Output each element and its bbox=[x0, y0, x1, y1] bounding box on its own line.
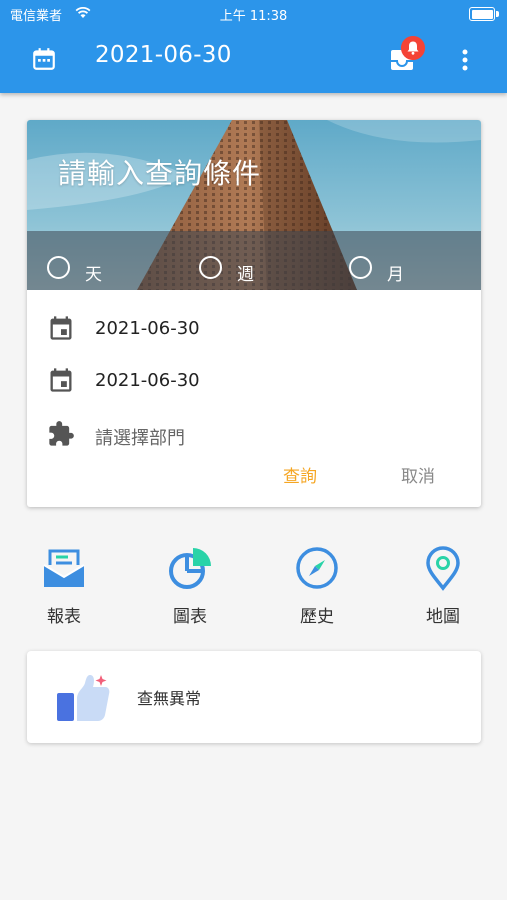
event-calendar-icon bbox=[50, 316, 72, 340]
battery-icon bbox=[469, 7, 499, 21]
status-bar: 電信業者 上午 11:38 bbox=[0, 0, 507, 28]
feature-menu: 報表 圖表 歷史 地圖 bbox=[0, 545, 507, 635]
radio-unchecked-icon bbox=[199, 256, 222, 279]
radio-unchecked-icon bbox=[47, 256, 70, 279]
department-placeholder: 請選擇部門 bbox=[95, 428, 185, 449]
query-button[interactable]: 查詢 bbox=[283, 462, 317, 487]
event-calendar-icon bbox=[50, 368, 72, 392]
notification-bell-icon[interactable] bbox=[401, 36, 425, 60]
cancel-button[interactable]: 取消 bbox=[401, 462, 435, 487]
compass-icon bbox=[296, 547, 338, 589]
result-card: 查無異常 bbox=[27, 651, 481, 743]
radio-unchecked-icon bbox=[349, 256, 372, 279]
end-date-value: 2021-06-30 bbox=[95, 370, 200, 391]
radio-label-week: 週 bbox=[237, 265, 254, 285]
puzzle-icon bbox=[49, 421, 74, 446]
menu-item-chart[interactable]: 圖表 bbox=[140, 545, 240, 635]
pie-chart-icon bbox=[169, 548, 211, 589]
end-date-field[interactable]: 2021-06-30 bbox=[27, 362, 481, 402]
menu-item-map[interactable]: 地圖 bbox=[393, 545, 493, 635]
radio-label-day: 天 bbox=[85, 265, 102, 285]
calendar-icon[interactable] bbox=[31, 46, 57, 72]
menu-label-map: 地圖 bbox=[426, 607, 460, 627]
start-date-field[interactable]: 2021-06-30 bbox=[27, 310, 481, 350]
department-select[interactable]: 請選擇部門 bbox=[27, 416, 481, 456]
map-pin-icon bbox=[426, 546, 460, 591]
start-date-value: 2021-06-30 bbox=[95, 318, 200, 339]
hero-title: 請輸入查詢條件 bbox=[58, 157, 262, 190]
page-title: 2021-06-30 bbox=[95, 42, 232, 68]
menu-label-chart: 圖表 bbox=[173, 607, 207, 627]
menu-item-report[interactable]: 報表 bbox=[14, 545, 114, 635]
result-message: 查無異常 bbox=[137, 689, 202, 708]
more-vert-icon[interactable] bbox=[455, 47, 475, 73]
menu-label-history: 歷史 bbox=[300, 607, 334, 627]
query-card: 請輸入查詢條件 天 週 月 2021-06-30 2021-06-30 請選擇部… bbox=[27, 120, 481, 507]
menu-item-history[interactable]: 歷史 bbox=[267, 545, 367, 635]
hero-banner: 請輸入查詢條件 天 週 月 bbox=[27, 120, 481, 290]
top-bar: 電信業者 上午 11:38 2021-06-30 bbox=[0, 0, 507, 93]
thumbs-up-icon bbox=[57, 675, 110, 721]
radio-label-month: 月 bbox=[387, 265, 404, 285]
clock: 上午 11:38 bbox=[219, 9, 288, 24]
menu-label-report: 報表 bbox=[47, 607, 81, 627]
report-mail-icon bbox=[43, 549, 85, 587]
